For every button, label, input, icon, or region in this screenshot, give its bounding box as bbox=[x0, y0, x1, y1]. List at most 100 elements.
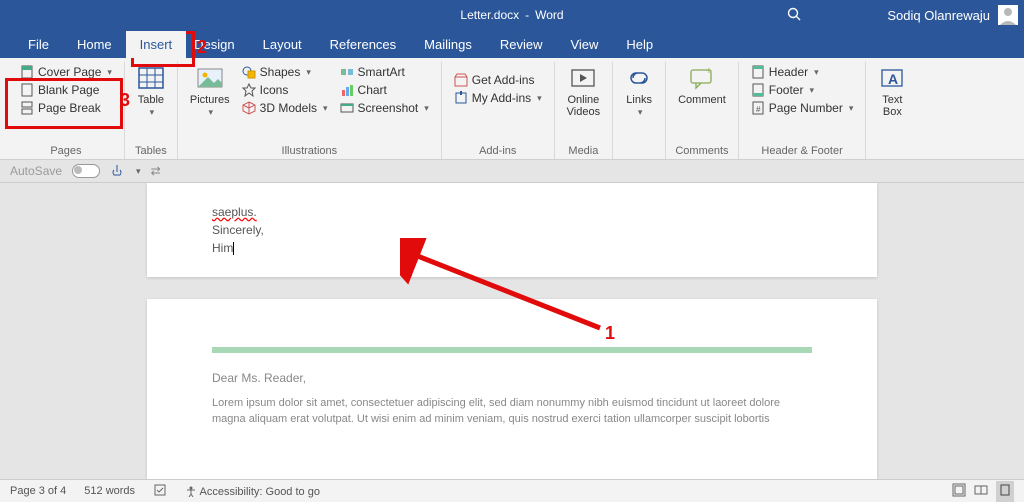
read-mode-icon[interactable] bbox=[974, 483, 988, 500]
doc-title: Letter.docx bbox=[460, 8, 519, 22]
pictures-button[interactable]: Pictures▾ bbox=[186, 62, 234, 120]
chart-button[interactable]: Chart bbox=[336, 82, 433, 98]
tab-home[interactable]: Home bbox=[63, 31, 126, 58]
chevron-down-icon: ▾ bbox=[306, 67, 311, 78]
spellcheck-icon[interactable] bbox=[153, 483, 167, 500]
document-area[interactable]: saeplus. Sincerely, Him Dear Ms. Reader,… bbox=[0, 183, 1024, 479]
footer-button[interactable]: Footer▾ bbox=[747, 82, 858, 98]
lorem-text[interactable]: Lorem ipsum dolor sit amet, consectetuer… bbox=[212, 395, 812, 427]
dear-text[interactable]: Dear Ms. Reader, bbox=[212, 371, 812, 385]
chevron-down-icon: ▾ bbox=[537, 93, 542, 104]
print-layout-icon[interactable] bbox=[996, 481, 1014, 502]
group-label-comments: Comments bbox=[675, 145, 728, 157]
word-count[interactable]: 512 words bbox=[84, 485, 135, 497]
spell-error[interactable]: saeplus. bbox=[212, 205, 257, 219]
smartart-button[interactable]: SmartArt bbox=[336, 64, 433, 80]
group-label-tables: Tables bbox=[135, 145, 167, 157]
get-addins-button[interactable]: Get Add-ins bbox=[450, 72, 546, 88]
chevron-down-icon[interactable]: ▾ bbox=[136, 166, 141, 177]
tab-review[interactable]: Review bbox=[486, 31, 557, 58]
chevron-down-icon: ▾ bbox=[814, 67, 819, 78]
cover-page-button[interactable]: Cover Page▾ bbox=[16, 64, 116, 80]
group-label-addins: Add-ins bbox=[479, 145, 516, 157]
cube-icon bbox=[242, 101, 256, 115]
chevron-down-icon: ▾ bbox=[849, 103, 854, 114]
group-label-hf: Header & Footer bbox=[761, 145, 842, 157]
chevron-down-icon: ▾ bbox=[323, 103, 328, 114]
touch-mode-icon[interactable] bbox=[110, 163, 124, 180]
tab-insert[interactable]: Insert bbox=[126, 31, 187, 58]
tab-mailings[interactable]: Mailings bbox=[410, 31, 486, 58]
page-break-icon bbox=[20, 101, 34, 115]
text-box-button[interactable]: A Text Box bbox=[874, 62, 910, 120]
tab-design[interactable]: Design bbox=[180, 31, 248, 58]
sincerely-text[interactable]: Sincerely, bbox=[212, 223, 812, 237]
chart-icon bbox=[340, 83, 354, 97]
blank-page-button[interactable]: Blank Page bbox=[16, 82, 116, 98]
user-name[interactable]: Sodiq Olanrewaju bbox=[887, 8, 990, 23]
page-break-button[interactable]: Page Break bbox=[16, 100, 116, 116]
qat-customize-icon[interactable]: ⇄ bbox=[151, 164, 161, 178]
chevron-down-icon: ▾ bbox=[209, 107, 214, 117]
group-pages: Cover Page▾ Blank Page Page Break Pages bbox=[8, 62, 125, 159]
shapes-button[interactable]: Shapes▾ bbox=[238, 64, 332, 80]
page-number-icon: # bbox=[751, 101, 765, 115]
links-button[interactable]: Links▾ bbox=[621, 62, 657, 120]
tab-file[interactable]: File bbox=[14, 31, 63, 58]
search-icon[interactable] bbox=[787, 7, 801, 24]
screenshot-icon bbox=[340, 101, 354, 115]
pictures-icon bbox=[196, 64, 224, 92]
svg-text:+: + bbox=[706, 66, 712, 77]
header-button[interactable]: Header▾ bbox=[747, 64, 858, 80]
page-number-button[interactable]: #Page Number▾ bbox=[747, 100, 858, 116]
svg-text:A: A bbox=[888, 71, 898, 87]
blank-page-icon bbox=[20, 83, 34, 97]
group-media: Online Videos Media bbox=[555, 62, 613, 159]
icons-button[interactable]: Icons bbox=[238, 82, 332, 98]
focus-mode-icon[interactable] bbox=[952, 483, 966, 500]
my-addins-button[interactable]: My Add-ins▾ bbox=[450, 90, 546, 106]
table-button[interactable]: Table▾ bbox=[133, 62, 169, 120]
addins-icon bbox=[454, 91, 468, 105]
shapes-icon bbox=[242, 65, 256, 79]
3d-models-button[interactable]: 3D Models▾ bbox=[238, 100, 332, 116]
accessibility-status[interactable]: Accessibility: Good to go bbox=[185, 485, 320, 498]
chevron-down-icon: ▾ bbox=[150, 107, 155, 117]
separator-bar bbox=[212, 347, 812, 353]
page-upper[interactable]: saeplus. Sincerely, Him bbox=[147, 183, 877, 277]
tab-help[interactable]: Help bbox=[612, 31, 667, 58]
online-videos-button[interactable]: Online Videos bbox=[563, 62, 604, 120]
group-tables: Table▾ Tables bbox=[125, 62, 178, 159]
quick-access-bar: AutoSave ▾ ⇄ bbox=[0, 160, 1024, 183]
group-illustrations: Pictures▾ Shapes▾ Icons 3D Models▾ Smart… bbox=[178, 62, 442, 159]
screenshot-button[interactable]: Screenshot▾ bbox=[336, 100, 433, 116]
cover-page-icon bbox=[20, 65, 34, 79]
group-links: Links▾ bbox=[613, 62, 666, 159]
avatar[interactable] bbox=[998, 5, 1018, 25]
tab-view[interactable]: View bbox=[556, 31, 612, 58]
footer-icon bbox=[751, 83, 765, 97]
group-label-illustrations: Illustrations bbox=[282, 145, 338, 157]
icons-icon bbox=[242, 83, 256, 97]
autosave-toggle[interactable] bbox=[72, 164, 100, 178]
group-header-footer: Header▾ Footer▾ #Page Number▾ Header & F… bbox=[739, 62, 867, 159]
group-addins: Get Add-ins My Add-ins▾ Add-ins bbox=[442, 62, 555, 159]
chevron-down-icon: ▾ bbox=[424, 103, 429, 114]
group-label-pages: Pages bbox=[50, 145, 81, 157]
page-indicator[interactable]: Page 3 of 4 bbox=[10, 485, 66, 497]
header-icon bbox=[751, 65, 765, 79]
table-icon bbox=[137, 64, 165, 92]
tab-references[interactable]: References bbox=[316, 31, 410, 58]
text-box-icon: A bbox=[878, 64, 906, 92]
ribbon: Cover Page▾ Blank Page Page Break Pages … bbox=[0, 58, 1024, 160]
comment-button[interactable]: + Comment bbox=[674, 62, 730, 108]
title-bar: Letter.docx - Word Sodiq Olanrewaju bbox=[0, 0, 1024, 30]
text-cursor bbox=[233, 242, 234, 255]
tab-layout[interactable]: Layout bbox=[249, 31, 316, 58]
menu-bar: File Home Insert Design Layout Reference… bbox=[0, 30, 1024, 58]
page-lower[interactable]: Dear Ms. Reader, Lorem ipsum dolor sit a… bbox=[147, 299, 877, 479]
smartart-icon bbox=[340, 65, 354, 79]
group-text: A Text Box bbox=[866, 62, 918, 159]
chevron-down-icon: ▾ bbox=[638, 107, 643, 117]
him-text[interactable]: Him bbox=[212, 241, 233, 255]
